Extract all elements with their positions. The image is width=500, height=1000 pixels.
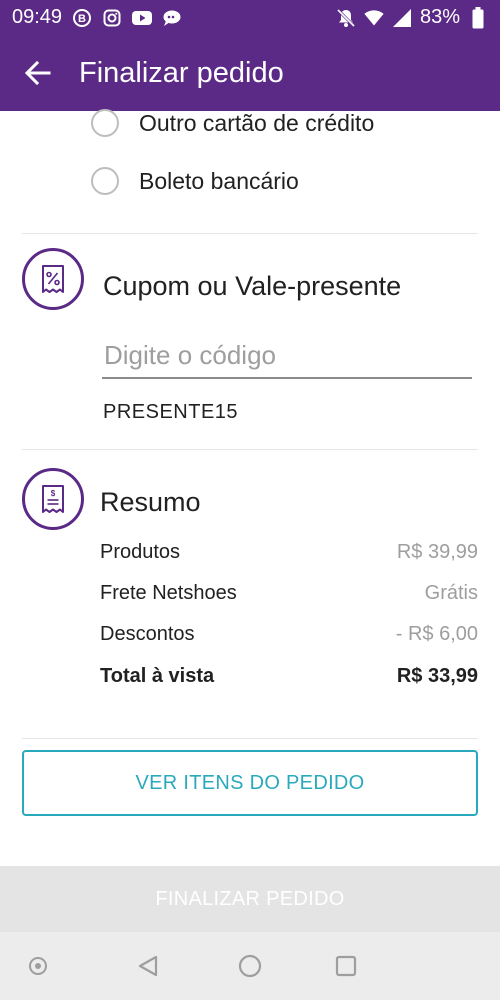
signal-icon — [392, 8, 412, 28]
battery-percent: 83% — [419, 6, 460, 28]
payment-option-credit-card[interactable]: Outro cartão de crédito — [91, 109, 374, 137]
summary-row-shipping: Frete Netshoes Grátis — [100, 582, 478, 605]
summary-row-products: Produtos R$ 39,99 — [100, 541, 478, 564]
coupon-code-input[interactable] — [102, 333, 472, 379]
summary-value: Grátis — [424, 582, 478, 604]
radio-button[interactable] — [91, 167, 119, 195]
finalize-order-button[interactable]: FINALIZAR PEDIDO — [0, 866, 500, 932]
summary-section-title: Resumo — [100, 487, 201, 517]
summary-label: Descontos — [100, 623, 195, 645]
b-circle-icon: B — [72, 8, 92, 28]
system-nav-bar — [0, 932, 500, 1000]
svg-text:$: $ — [51, 489, 56, 498]
arrow-back-icon — [25, 60, 51, 86]
wifi-icon — [364, 8, 384, 28]
app-bar: Finalizar pedido — [0, 35, 500, 111]
divider — [22, 449, 478, 450]
applied-coupon-code: PRESENTE15 — [103, 401, 239, 423]
summary-row-discounts: Descontos - R$ 6,00 — [100, 623, 478, 646]
recents-square-icon[interactable] — [332, 952, 360, 980]
battery-icon — [468, 6, 488, 28]
mute-icon — [336, 8, 356, 28]
summary-value: - R$ 6,00 — [395, 623, 478, 645]
total-value: R$ 33,99 — [396, 665, 478, 687]
back-button[interactable] — [20, 55, 56, 91]
status-left: 09:49 B — [12, 6, 182, 29]
page-title: Finalizar pedido — [79, 57, 284, 89]
back-triangle-icon[interactable] — [134, 952, 162, 980]
total-label: Total à vista — [100, 665, 215, 687]
status-bar: 09:49 B 83% — [0, 0, 500, 35]
status-time: 09:49 — [12, 6, 63, 28]
payment-option-label: Boleto bancário — [139, 167, 299, 194]
home-circle-icon[interactable] — [236, 952, 264, 980]
summary-value: R$ 39,99 — [396, 541, 478, 563]
checkout-content: Outro cartão de crédito Boleto bancário … — [0, 109, 500, 861]
coupon-percent-icon — [22, 248, 84, 310]
summary-label: Frete Netshoes — [100, 582, 237, 604]
summary-row-total: Total à vista R$ 33,99 — [100, 665, 478, 688]
svg-text:B: B — [78, 13, 86, 25]
receipt-icon: $ — [22, 468, 84, 530]
view-order-items-button[interactable]: VER ITENS DO PEDIDO — [22, 750, 478, 816]
assistant-dot-icon[interactable] — [24, 952, 52, 980]
instagram-icon — [102, 8, 122, 28]
summary-label: Produtos — [100, 541, 181, 563]
youtube-icon — [132, 8, 153, 28]
payment-option-label: Outro cartão de crédito — [139, 109, 375, 136]
coupon-section-title: Cupom ou Vale-presente — [103, 271, 402, 301]
status-right: 83% — [336, 6, 488, 29]
divider — [22, 233, 478, 234]
divider — [22, 738, 478, 739]
payment-option-boleto[interactable]: Boleto bancário — [91, 167, 299, 195]
radio-button[interactable] — [91, 109, 119, 137]
chat-icon — [162, 8, 182, 28]
